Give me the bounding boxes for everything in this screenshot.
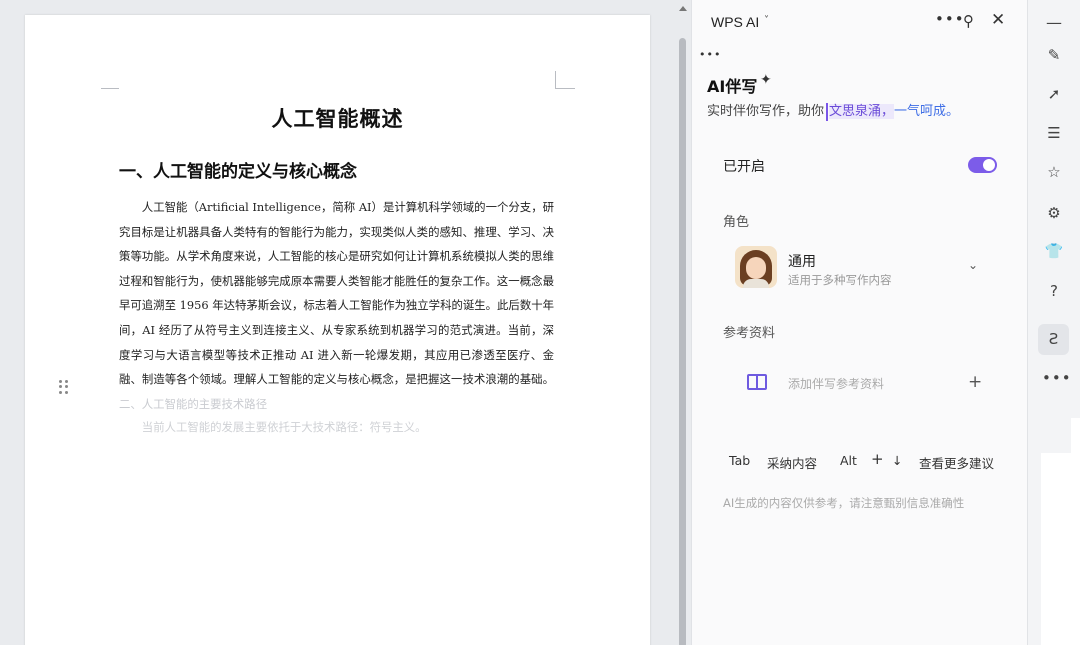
role-avatar[interactable] (735, 246, 777, 288)
more-options-icon[interactable]: ••• (935, 10, 965, 28)
role-section-label: 角色 (723, 215, 750, 230)
select-cursor-icon[interactable]: ➚ (1042, 83, 1066, 105)
book-icon (747, 374, 767, 390)
right-toolbar: — ✎ ➚ ☰ ☆ ⚙ 👕 ? Ƨ ••• (1027, 0, 1080, 645)
more-icon[interactable]: ••• (1042, 367, 1071, 389)
subtitle-gradient: 一气呵成。 (894, 104, 960, 119)
shortcut-more-suggestions-label: 查看更多建议 (919, 456, 995, 471)
subtitle-plain: 实时伴你写作，助你 (707, 104, 825, 119)
pin-icon[interactable]: ⚲ (963, 12, 974, 30)
typing-cursor (826, 102, 829, 121)
document-area: 人工智能概述 一、人工智能的定义与核心概念 人工智能（Artificial In… (0, 0, 676, 645)
close-icon[interactable]: ✕ (991, 10, 1005, 30)
role-dropdown-chevron-icon[interactable]: ⌄ (968, 258, 978, 272)
document-paragraph[interactable]: 人工智能（Artificial Intelligence，简称 AI）是计算机科… (119, 195, 554, 416)
breadcrumb-more-icon[interactable]: ••• (699, 48, 721, 61)
panel-title[interactable]: WPS AI (711, 14, 759, 30)
add-reference-link[interactable]: 添加伴写参考资料 (788, 375, 884, 392)
sparkle-icon: ✦ (760, 72, 772, 88)
scroll-thumb[interactable] (679, 38, 686, 645)
role-name[interactable]: 通用 (788, 251, 816, 271)
toggle-knob (983, 159, 995, 171)
add-reference-plus-icon[interactable]: + (968, 372, 982, 392)
enable-toggle[interactable] (968, 157, 997, 173)
sliders-icon[interactable]: ☰ (1042, 122, 1066, 144)
ai-suggestion-next-line: 当前人工智能的发展主要依托于大技术路径：符号主义。 (141, 420, 427, 434)
settings-icon[interactable]: ⚙ (1042, 202, 1066, 224)
reference-section-label: 参考资料 (723, 326, 776, 341)
shortcut-key-alt: Alt (840, 453, 857, 468)
enabled-label: 已开启 (723, 159, 765, 175)
decorative-background (1041, 418, 1080, 645)
companion-subtitle: 实时伴你写作，助你 文思泉涌，一气呵成。 (707, 100, 959, 121)
arrow-down-icon: ↓ (892, 453, 903, 468)
shortcut-key-tab: Tab (729, 453, 751, 468)
margin-corner-top-right (555, 71, 575, 89)
help-icon[interactable]: ? (1042, 280, 1066, 302)
wps-ai-panel: WPS AI ˅ ••• ⚲ ✕ ••• AI伴写 ✦ 实时伴你写作，助你 文思泉… (691, 0, 1027, 645)
minimize-icon[interactable]: — (1042, 12, 1066, 34)
subtitle-highlight: 文思泉涌， (829, 104, 895, 119)
ai-disclaimer: AI生成的内容仅供参考，请注意甄别信息准确性 (723, 496, 965, 510)
shortcut-accept-label: 采纳内容 (767, 456, 818, 471)
paragraph-text[interactable]: 人工智能（Artificial Intelligence，简称 AI）是计算机科… (119, 200, 554, 386)
document-heading[interactable]: 一、人工智能的定义与核心概念 (119, 157, 357, 182)
companion-title: AI伴写 (707, 77, 758, 96)
chevron-down-icon[interactable]: ˅ (764, 15, 769, 26)
ai-suggestion-inline: 二、人工智能的主要技术路径 (119, 396, 268, 411)
ai-assistant-icon[interactable]: Ƨ (1038, 324, 1069, 355)
shirt-icon[interactable]: 👕 (1042, 240, 1066, 262)
document-page[interactable]: 人工智能概述 一、人工智能的定义与核心概念 人工智能（Artificial In… (25, 15, 650, 645)
shortcut-plus: + (871, 450, 884, 468)
role-description: 适用于多种写作内容 (788, 273, 892, 287)
drag-handle-icon[interactable] (59, 380, 69, 394)
document-title[interactable]: 人工智能概述 (25, 103, 650, 133)
star-icon[interactable]: ☆ (1042, 161, 1066, 183)
document-scrollbar[interactable] (676, 0, 690, 645)
margin-corner-top-left (101, 75, 119, 89)
pen-icon[interactable]: ✎ (1042, 44, 1066, 66)
scroll-up-arrow-icon[interactable] (679, 6, 687, 11)
